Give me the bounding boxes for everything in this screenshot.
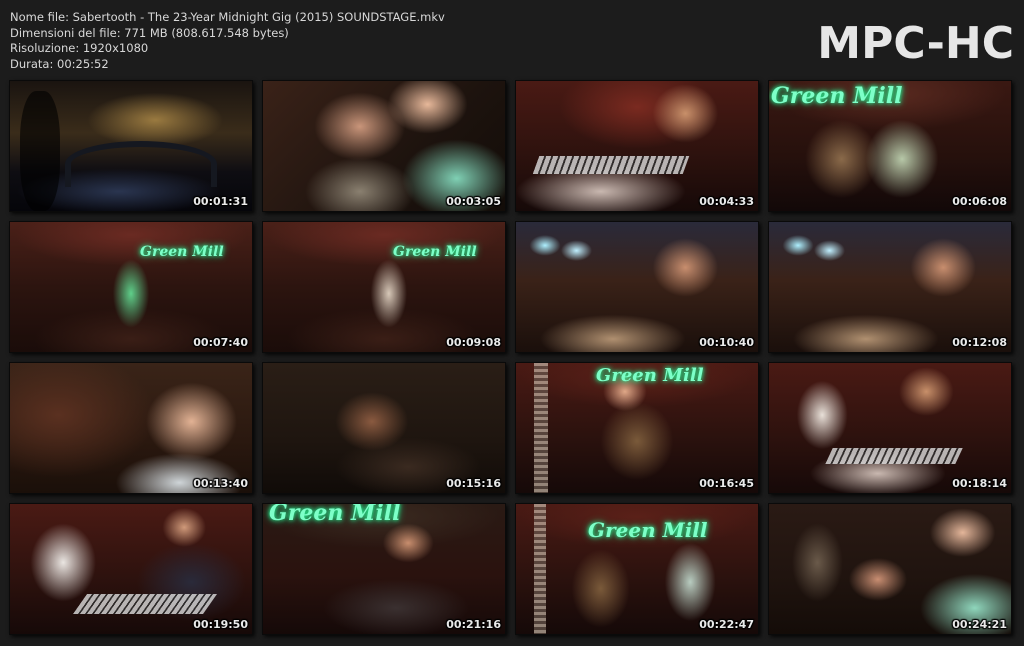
timestamp: 00:03:05 — [446, 195, 501, 208]
timestamp: 00:07:40 — [193, 336, 248, 349]
timestamp: 00:18:14 — [952, 477, 1007, 490]
thumbnail-grid: 00:01:31 00:03:05 00:04:33 Green Mill 00… — [9, 80, 1012, 635]
thumbnail-4: Green Mill 00:06:08 — [768, 80, 1012, 212]
thumbnail-6: Green Mill 00:09:08 — [262, 221, 506, 353]
timestamp: 00:10:40 — [699, 336, 754, 349]
file-info: Nome file: Sabertooth - The 23-Year Midn… — [10, 10, 445, 72]
thumbnail-9: 00:13:40 — [9, 362, 253, 494]
file-size-line: Dimensioni del file: 771 MB (808.617.548… — [10, 25, 289, 40]
thumbnail-3: 00:04:33 — [515, 80, 759, 212]
timestamp: 00:21:16 — [446, 618, 501, 631]
neon-sign-text: Green Mill — [771, 83, 903, 109]
thumbnail-12: 00:18:14 — [768, 362, 1012, 494]
neon-sign-text: Green Mill — [269, 503, 401, 526]
timestamp: 00:16:45 — [699, 477, 754, 490]
neon-sign-text: Green Mill — [393, 244, 477, 260]
timestamp: 00:01:31 — [193, 195, 248, 208]
thumbnail-16: 00:24:21 — [768, 503, 1012, 635]
timestamp: 00:12:08 — [952, 336, 1007, 349]
neon-sign-text: Green Mill — [596, 365, 704, 386]
thumbnail-5: Green Mill 00:07:40 — [9, 221, 253, 353]
thumbnail-7: 00:10:40 — [515, 221, 759, 353]
timestamp: 00:19:50 — [193, 618, 248, 631]
timestamp: 00:09:08 — [446, 336, 501, 349]
timestamp: 00:24:21 — [952, 618, 1007, 631]
duration-line: Durata: 00:25:52 — [10, 56, 109, 71]
resolution-line: Risoluzione: 1920x1080 — [10, 41, 149, 55]
thumbnail-13: 00:19:50 — [9, 503, 253, 635]
timestamp: 00:15:16 — [446, 477, 501, 490]
mpc-hc-logo: MPC-HC — [817, 18, 1014, 69]
thumbnail-2: 00:03:05 — [262, 80, 506, 212]
thumbnail-14: Green Mill 00:21:16 — [262, 503, 506, 635]
neon-sign-text: Green Mill — [140, 244, 224, 260]
thumbnail-8: 00:12:08 — [768, 221, 1012, 353]
thumbnail-11: Green Mill 00:16:45 — [515, 362, 759, 494]
timestamp: 00:06:08 — [952, 195, 1007, 208]
thumbnail-10: 00:15:16 — [262, 362, 506, 494]
thumbnail-1: 00:01:31 — [9, 80, 253, 212]
timestamp: 00:22:47 — [699, 618, 754, 631]
file-name-line: Nome file: Sabertooth - The 23-Year Midn… — [10, 10, 445, 24]
thumbnail-15: Green Mill 00:22:47 — [515, 503, 759, 635]
timestamp: 00:13:40 — [193, 477, 248, 490]
neon-sign-text: Green Mill — [588, 518, 708, 542]
timestamp: 00:04:33 — [699, 195, 754, 208]
